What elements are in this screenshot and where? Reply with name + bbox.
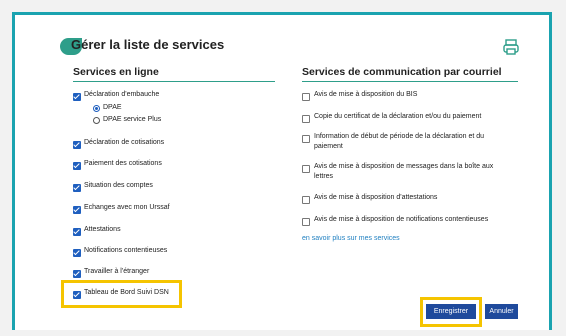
checkbox-label: Avis de mise à disposition d'attestation… bbox=[314, 194, 438, 201]
checkbox-label: Avis de mise à disposition de notificati… bbox=[314, 216, 489, 223]
checkbox-label: Echanges avec mon Urssaf bbox=[84, 204, 170, 211]
checkbox-avis-messages[interactable] bbox=[302, 165, 310, 173]
checkbox-copie-certificat[interactable] bbox=[302, 115, 310, 123]
checkbox-label: Situation des comptes bbox=[84, 182, 153, 189]
radio-dpae[interactable] bbox=[93, 105, 100, 112]
radio-dpae-service-plus[interactable] bbox=[93, 117, 100, 124]
checkbox-notifications-contentieuses[interactable] bbox=[73, 249, 81, 257]
checkbox-situation-comptes[interactable] bbox=[73, 184, 81, 192]
online-services-header: Services en ligne bbox=[73, 66, 275, 82]
checkbox-label: Information de début de période de la dé… bbox=[314, 133, 485, 150]
checkbox-label: Déclaration d'embauche bbox=[84, 91, 160, 98]
checkbox-echanges-urssaf[interactable] bbox=[73, 206, 81, 214]
checkbox-avis-attestations[interactable] bbox=[302, 196, 310, 204]
email-services-header: Services de communication par courriel bbox=[302, 66, 518, 82]
learn-more-link[interactable]: en savoir plus sur mes services bbox=[302, 235, 400, 242]
checkbox-label: Paiement des cotisations bbox=[84, 160, 162, 167]
checkbox-label: Notifications contentieuses bbox=[84, 247, 168, 254]
checkbox-avis-notifications[interactable] bbox=[302, 218, 310, 226]
checkbox-paiement-cotisations[interactable] bbox=[73, 162, 81, 170]
checkbox-label: Travailler à l'étranger bbox=[84, 268, 150, 275]
radio-label: DPAE bbox=[103, 104, 122, 111]
checkbox-tableau-de-bord[interactable] bbox=[73, 291, 81, 299]
checkbox-label: Attestations bbox=[84, 226, 121, 233]
checkbox-label: Tableau de Bord Suivi DSN bbox=[84, 289, 169, 296]
checkbox-label: Déclaration de cotisations bbox=[84, 139, 165, 146]
cancel-button[interactable]: Annuler bbox=[485, 304, 518, 319]
checkbox-information-debut-periode[interactable] bbox=[302, 135, 310, 143]
checkbox-attestations[interactable] bbox=[73, 228, 81, 236]
print-icon[interactable] bbox=[502, 38, 520, 56]
checkbox-declaration-embauche[interactable] bbox=[73, 93, 81, 101]
radio-label: DPAE service Plus bbox=[103, 116, 162, 123]
checkbox-declaration-cotisations[interactable] bbox=[73, 141, 81, 149]
checkbox-label: Copie du certificat de la déclaration et… bbox=[314, 113, 482, 120]
checkbox-label: Avis de mise à disposition du BIS bbox=[314, 91, 418, 98]
checkbox-label: Avis de mise à disposition de messages d… bbox=[314, 163, 494, 180]
page-title: Gérer la liste de services bbox=[71, 37, 225, 52]
save-button[interactable]: Enregistrer bbox=[426, 304, 476, 319]
checkbox-avis-bis[interactable] bbox=[302, 93, 310, 101]
title-row: Gérer la liste de services bbox=[60, 37, 520, 58]
checkbox-travailler-etranger[interactable] bbox=[73, 270, 81, 278]
